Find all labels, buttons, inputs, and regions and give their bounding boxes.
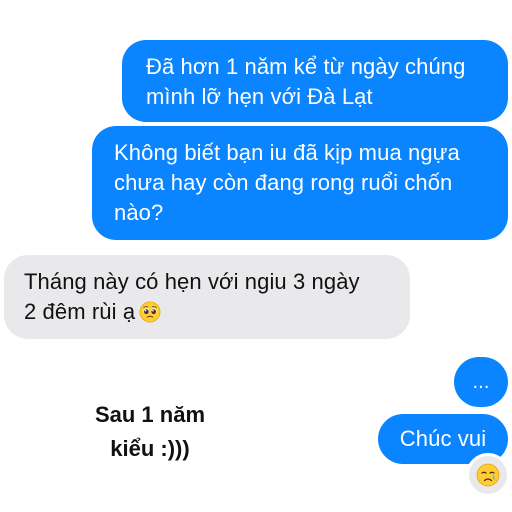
caption-line: kiểu :))) [110,436,190,461]
message-text: 2 đêm rùi ạ [24,299,136,324]
message-text-line: Đã hơn 1 năm kể từ ngày chúng [146,54,466,79]
pleading-face-icon [139,301,161,323]
message-text-line: nào? [114,200,164,225]
message-text-line: chưa hay còn đang rong ruổi chốn [114,170,453,195]
sent-message-bubble[interactable]: Đã hơn 1 năm kể từ ngày chúng mình lỡ hẹ… [122,40,508,122]
caption-text: Sau 1 năm kiểu :))) [70,398,230,466]
message-reaction[interactable] [466,453,510,497]
received-message-bubble[interactable]: Tháng này có hẹn với ngiu 3 ngày 2 đêm r… [4,255,410,339]
crying-face-icon [476,463,500,487]
message-text: Chúc vui [399,426,487,451]
sent-message-bubble[interactable]: Không biết bạn iu đã kịp mua ngựa chưa h… [92,126,508,240]
message-text-line: Không biết bạn iu đã kịp mua ngựa [114,140,460,165]
sent-message-bubble[interactable]: ... [454,357,508,407]
message-text-line: 2 đêm rùi ạ [24,297,396,327]
caption-line: Sau 1 năm [94,402,206,427]
message-text-line: Tháng này có hẹn với ngiu 3 ngày [24,269,360,294]
message-text-line: mình lỡ hẹn với Đà Lạt [146,84,373,109]
message-text: ... [472,371,490,393]
